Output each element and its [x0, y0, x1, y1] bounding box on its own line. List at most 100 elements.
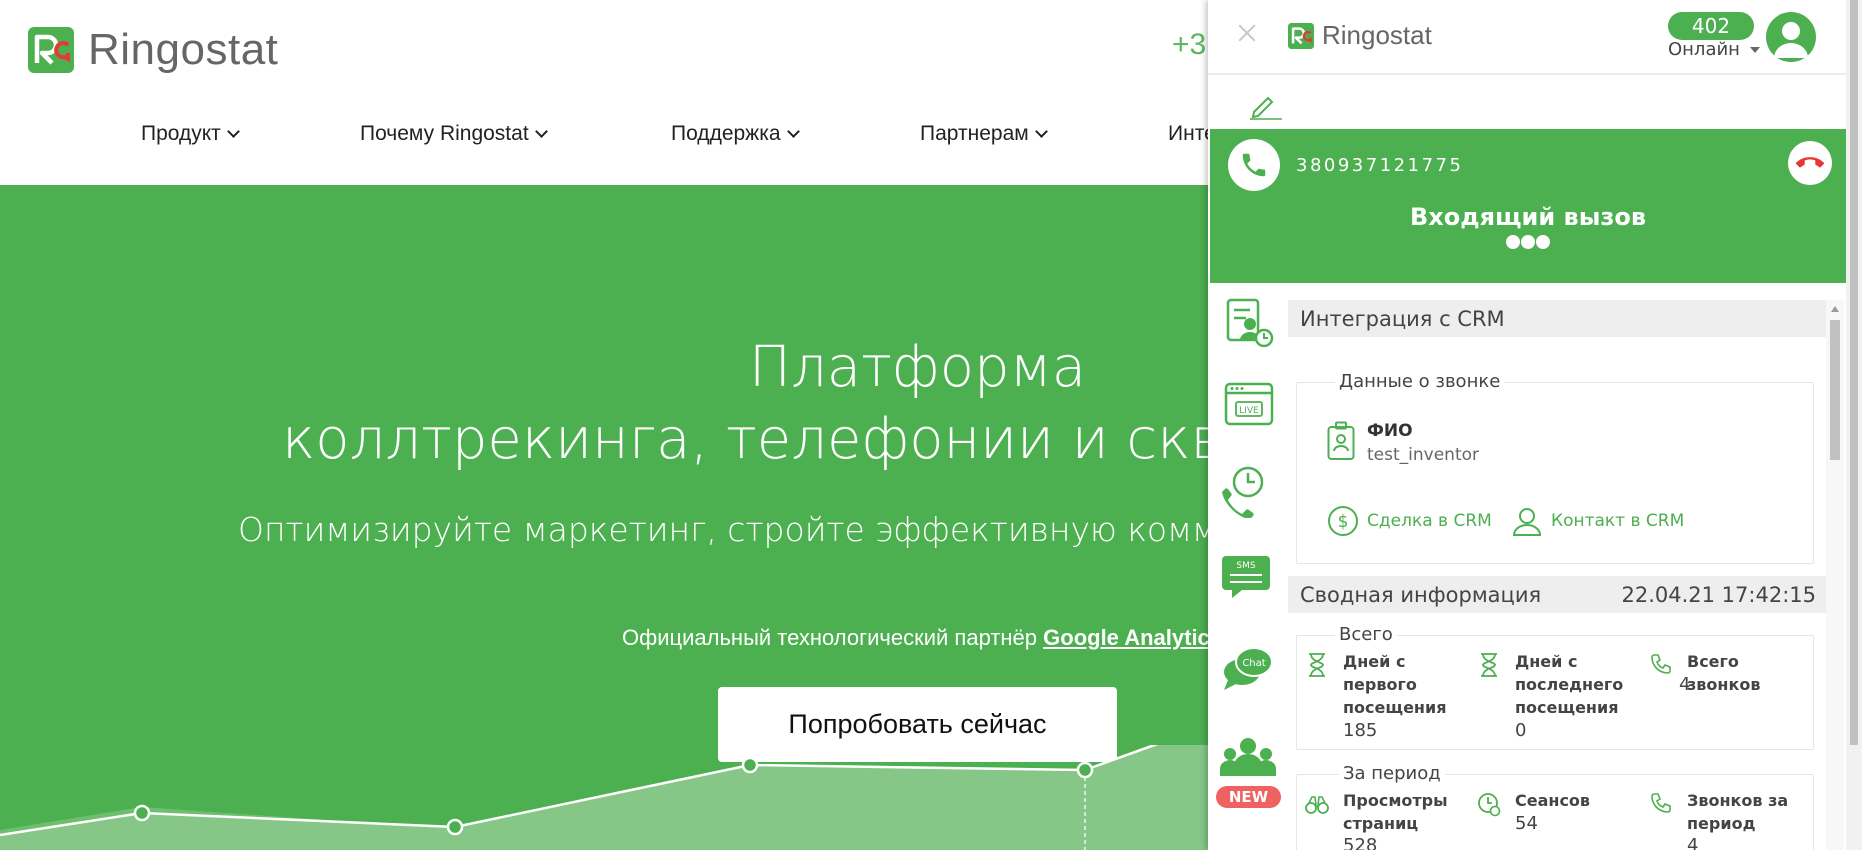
- stat-value: 0: [1515, 720, 1527, 741]
- page-scrollbar[interactable]: [1846, 0, 1862, 850]
- deal-in-crm-label: Сделка в CRM: [1367, 511, 1492, 531]
- site-logo-text: Ringostat: [88, 25, 279, 74]
- extension-badge: 402: [1668, 12, 1754, 40]
- stat-label: Звонков за период: [1687, 791, 1789, 833]
- ringostat-logo-icon: [1288, 22, 1314, 49]
- ringing-dot: [1536, 235, 1550, 249]
- svg-text:$: $: [1338, 512, 1349, 532]
- nav-item-label: Продукт: [141, 122, 221, 145]
- call-data-box: Данные о звонке ФИО test_inventor $ Сдел…: [1296, 371, 1814, 564]
- page: Ringostat +3 Продукт Почему Ringostat По…: [0, 0, 1862, 850]
- summary-section-title: Сводная информация: [1300, 582, 1542, 607]
- contact-in-crm-label: Контакт в CRM: [1551, 511, 1685, 531]
- dollar-icon: $: [1328, 506, 1358, 536]
- chat-icon[interactable]: Chat: [1220, 642, 1276, 698]
- phone-icon: [1228, 139, 1280, 191]
- summary-datetime: 22.04.21 17:42:15: [1621, 582, 1816, 607]
- stat-label: Всего звонков: [1687, 652, 1761, 694]
- avatar[interactable]: [1766, 12, 1816, 62]
- nav-item-label: Партнерам: [920, 122, 1029, 145]
- stat-label: Сеансов: [1515, 791, 1591, 810]
- stat-label: Просмотры страниц: [1343, 791, 1448, 833]
- sms-icon[interactable]: SMS: [1220, 548, 1276, 604]
- google-analytics-link[interactable]: Google Analytics: [1043, 625, 1222, 650]
- stat-value: 4: [1679, 674, 1691, 695]
- id-badge-icon: [1327, 421, 1355, 460]
- call-data-legend: Данные о звонке: [1335, 371, 1505, 392]
- close-icon[interactable]: [1236, 22, 1258, 44]
- new-badge: NEW: [1216, 786, 1281, 808]
- crm-section-title: Интеграция с CRM: [1300, 306, 1505, 331]
- crm-integration-icon[interactable]: [1220, 296, 1276, 352]
- widget-logo: Ringostat: [1288, 20, 1432, 51]
- status-dropdown[interactable]: Онлайн: [1668, 39, 1760, 60]
- ringostat-logo-icon: [28, 27, 74, 73]
- nav-item-label: Почему Ringostat: [360, 122, 529, 145]
- stat-value: 528: [1343, 835, 1378, 850]
- total-stats-box: Всего Дней с первого посещения 185 Дней …: [1296, 624, 1814, 750]
- chevron-down-icon: [1034, 125, 1048, 138]
- user-avatar-icon: [1774, 22, 1808, 58]
- ringing-indicator: [1506, 235, 1550, 249]
- chevron-down-icon: [226, 125, 240, 138]
- site-phone[interactable]: +3: [1172, 28, 1206, 62]
- stat-label: Дней с последнего посещения: [1515, 652, 1624, 717]
- nav-item-partners[interactable]: Партнерам: [920, 122, 1048, 146]
- stat-value: 185: [1343, 720, 1378, 741]
- hourglass-icon: [1309, 653, 1325, 677]
- widget-logo-text: Ringostat: [1322, 20, 1432, 50]
- chevron-down-icon: [786, 125, 800, 138]
- total-legend: Всего: [1335, 624, 1397, 645]
- hero-decorative-chart: [0, 745, 1210, 850]
- session-timer-icon: [1478, 793, 1501, 817]
- crm-section-header: Интеграция с CRM: [1288, 300, 1828, 337]
- caret-down-icon: [1749, 46, 1760, 53]
- caller-number: 380937121775: [1296, 155, 1464, 176]
- live-icon[interactable]: LIVE: [1222, 378, 1278, 434]
- deal-in-crm-link[interactable]: $ Сделка в CRM: [1327, 505, 1492, 537]
- nav-item-product[interactable]: Продукт: [141, 122, 240, 146]
- site-logo[interactable]: Ringostat: [28, 22, 278, 78]
- hangup-icon: [1796, 157, 1824, 168]
- nav-item-label: Поддержка: [671, 122, 781, 145]
- ringostat-widget-panel: Ringostat 402 Онлайн 380937121775 Входящ…: [1208, 0, 1848, 850]
- hangup-button[interactable]: [1788, 141, 1832, 185]
- hourglass-icon: [1481, 653, 1497, 677]
- period-legend: За период: [1339, 763, 1445, 784]
- incoming-call-bar: 380937121775 Входящий вызов: [1210, 129, 1846, 283]
- nav-item-support[interactable]: Поддержка: [671, 122, 800, 146]
- stat-value: 4: [1687, 835, 1699, 850]
- hero-subtitle: Оптимизируйте маркетинг, стройте эффекти…: [238, 510, 1364, 549]
- ringing-dot: [1521, 235, 1535, 249]
- hero-partner-text: Официальный технологический партнёр Goog…: [622, 625, 1222, 651]
- svg-text:Chat: Chat: [1242, 658, 1265, 669]
- chevron-down-icon: [534, 125, 548, 138]
- scroll-up-arrow-icon[interactable]: [1831, 306, 1839, 312]
- phone-outline-icon: [1651, 793, 1671, 813]
- stat-value: 54: [1515, 813, 1538, 834]
- call-history-icon[interactable]: [1220, 462, 1276, 518]
- fio-value: test_inventor: [1367, 445, 1479, 465]
- user-icon: [1512, 508, 1542, 536]
- main-nav: Продукт Почему Ringostat Поддержка Партн…: [0, 122, 1216, 162]
- widget-topbar: Ringostat 402 Онлайн: [1208, 0, 1848, 75]
- svg-text:LIVE: LIVE: [1239, 406, 1259, 416]
- partner-text: Официальный технологический партнёр: [622, 625, 1044, 650]
- call-status: Входящий вызов: [1409, 203, 1647, 231]
- scrollbar-thumb[interactable]: [1830, 320, 1840, 460]
- binoculars-icon: [1305, 796, 1329, 814]
- status-label: Онлайн: [1668, 39, 1740, 60]
- contact-in-crm-link[interactable]: Контакт в CRM: [1511, 505, 1684, 537]
- period-stats-box: За период Просмотры страниц 528 Сеансов …: [1296, 763, 1814, 850]
- summary-section-header: Сводная информация 22.04.21 17:42:15: [1288, 576, 1828, 613]
- phone-outline-icon: [1651, 654, 1671, 674]
- team-icon[interactable]: [1220, 732, 1276, 788]
- widget-inner-scrollbar[interactable]: [1826, 300, 1844, 850]
- ringing-dot: [1506, 235, 1520, 249]
- edit-pencil-icon[interactable]: [1248, 92, 1282, 120]
- nav-item-why[interactable]: Почему Ringostat: [360, 122, 548, 146]
- fio-label: ФИО: [1367, 421, 1413, 441]
- page-scrollbar-thumb[interactable]: [1850, 0, 1858, 745]
- hero-title-line2: коллтрекинга, телефонии и сквозно: [282, 407, 1359, 472]
- stat-label: Дней с первого посещения: [1343, 652, 1447, 717]
